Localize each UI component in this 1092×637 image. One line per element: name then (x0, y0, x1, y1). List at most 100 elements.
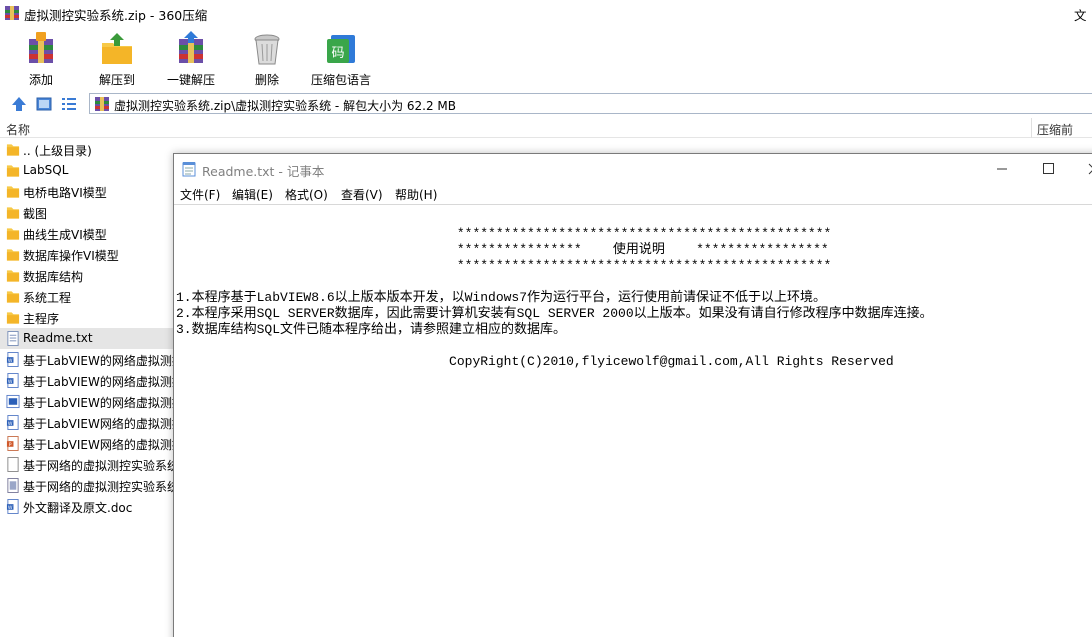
list-view-icon[interactable] (60, 95, 78, 113)
file-name: LabSQL (23, 163, 69, 177)
folder-icon (6, 186, 20, 198)
file-name: 系统工程 (23, 291, 72, 305)
archive-language-button[interactable]: 码 压缩包语言 (308, 28, 374, 88)
address-path: 虚拟测控实验系统.zip\虚拟测控实验系统 - 解包大小为 62.2 MB (114, 99, 457, 113)
folder-icon (6, 270, 20, 282)
folder-icon (6, 228, 20, 240)
minimize-icon[interactable] (979, 154, 1025, 184)
delete-label: 删除 (254, 73, 279, 87)
file-name: 曲线生成VI模型 (23, 228, 107, 242)
file-row[interactable]: 数据库结构 (0, 265, 175, 286)
file-row[interactable]: 基于LabVIEW的网络虚拟测控实验系统 (0, 391, 175, 412)
file-row[interactable]: .. (上级目录) (0, 139, 175, 160)
text-file-icon (7, 331, 19, 346)
notepad-menu-bar: 文件(F) 编辑(E) 格式(O) 查看(V) 帮助(H) (174, 184, 1092, 204)
up-arrow-icon[interactable] (10, 95, 28, 113)
file-row[interactable]: 数据库操作VI模型 (0, 244, 175, 265)
delete-button[interactable]: 删除 (244, 28, 290, 88)
file-row[interactable]: 截图 (0, 202, 175, 223)
notepad-window: Readme.txt - 记事本 文件(F) 编辑(E) 格式(O) 查看(V)… (173, 153, 1092, 637)
word-doc-icon: W (6, 352, 19, 367)
add-button-label: 添加 (28, 73, 53, 87)
column-original-size[interactable]: 压缩前 (1037, 121, 1073, 138)
file-name: 基于网络的虚拟测控实验系统 (23, 459, 175, 473)
add-archive-icon (29, 32, 53, 63)
file-name: 外文翻译及原文.doc (23, 501, 133, 515)
ppt-file-icon: P (6, 436, 19, 451)
file-name: 主程序 (23, 312, 60, 326)
folder-icon (6, 207, 20, 219)
svg-text:W: W (8, 379, 13, 385)
archive-title-right: 文 (1074, 8, 1087, 23)
file-row[interactable]: W 基于LabVIEW网络的虚拟测控实验系统 (0, 412, 175, 433)
menu-view[interactable]: 查看(V) (341, 186, 383, 203)
file-row[interactable]: 基于网络的虚拟测控实验系统 (0, 475, 175, 496)
file-name: 电桥电路VI模型 (23, 186, 107, 200)
file-name: 基于LabVIEW网络的虚拟测控实验系统 (23, 417, 175, 431)
menu-format[interactable]: 格式(O) (285, 186, 328, 203)
extract-to-label: 解压到 (98, 73, 135, 87)
file-row[interactable]: 基于网络的虚拟测控实验系统 (0, 454, 175, 475)
blank-file-icon (7, 457, 19, 472)
folder-icon (6, 144, 20, 156)
archive-language-label: 压缩包语言 (310, 73, 371, 87)
file-row[interactable]: W 外文翻译及原文.doc (0, 496, 175, 517)
menu-file[interactable]: 文件(F) (180, 186, 220, 203)
readme-line-1: ****************************************… (176, 226, 832, 241)
file-row[interactable]: P 基于LabVIEW网络的虚拟测控实验系统 (0, 433, 175, 454)
readme-line-7: CopyRight(C)2010,flyicewolf@gmail.com,Al… (176, 354, 894, 369)
file-row[interactable]: 系统工程 (0, 286, 175, 307)
add-button[interactable]: 添加 (18, 28, 64, 88)
file-row[interactable]: Readme.txt (0, 328, 175, 349)
folder-icon (6, 291, 20, 303)
file-row[interactable]: W 基于LabVIEW的网络虚拟测控实验系统 (0, 370, 175, 391)
svg-text:P: P (9, 442, 12, 448)
file-name: 基于LabVIEW网络的虚拟测控实验系统 (23, 438, 175, 452)
file-name: 截图 (23, 207, 48, 221)
file-name: 基于LabVIEW的网络虚拟测控实验系统 (23, 396, 175, 410)
file-name: 基于LabVIEW的网络虚拟测控实验系统 (23, 375, 175, 389)
file-row[interactable]: 曲线生成VI模型 (0, 223, 175, 244)
notepad-title-bar[interactable]: Readme.txt - 记事本 (174, 154, 1092, 184)
archive-file-icon (95, 97, 109, 111)
extract-to-button[interactable]: 解压到 (94, 28, 140, 88)
maximize-icon[interactable] (1025, 154, 1071, 184)
readme-line-3: ****************************************… (176, 258, 832, 273)
readme-line-2: **************** 使用说明 ***************** (176, 242, 829, 257)
column-name[interactable]: 名称 (6, 121, 30, 138)
file-row[interactable]: W 基于LabVIEW的网络虚拟测控实验系统 (0, 349, 175, 370)
folder-icon (6, 249, 20, 261)
winrar-app-icon (5, 6, 19, 20)
svg-text:码: 码 (331, 46, 344, 61)
extract-to-icon (102, 33, 132, 64)
notepad-icon (182, 162, 196, 177)
file-name: .. (上级目录) (23, 144, 92, 158)
one-click-extract-button[interactable]: 一键解压 (165, 28, 217, 88)
svg-text:W: W (8, 421, 13, 427)
folder-icon (6, 312, 20, 324)
file-name: Readme.txt (23, 331, 93, 345)
word-doc-icon: W (6, 373, 19, 388)
one-click-extract-icon (179, 31, 203, 63)
notepad-title: Readme.txt - 记事本 (202, 164, 325, 179)
file-row[interactable]: LabSQL (0, 160, 175, 181)
file-row[interactable]: 电桥电路VI模型 (0, 181, 175, 202)
svg-text:W: W (8, 358, 13, 364)
readme-line-4: 1.本程序基于LabVIEW8.6以上版本版本开发，以Windows7作为运行平… (176, 290, 827, 305)
word-doc-icon: W (6, 415, 19, 430)
word-doc-icon: W (6, 499, 19, 514)
file-name: 基于LabVIEW的网络虚拟测控实验系统 (23, 354, 175, 368)
thumbnail-view-icon[interactable] (35, 95, 53, 113)
menu-edit[interactable]: 编辑(E) (232, 186, 273, 203)
file-row[interactable]: 主程序 (0, 307, 175, 328)
program-file-icon (7, 478, 19, 493)
address-field[interactable]: 虚拟测控实验系统.zip\虚拟测控实验系统 - 解包大小为 62.2 MB (89, 93, 1092, 114)
notepad-text-area[interactable]: ****************************************… (174, 204, 1092, 637)
archive-title: 虚拟测控实验系统.zip - 360压缩 (24, 8, 208, 23)
menu-help[interactable]: 帮助(H) (395, 186, 437, 203)
folder-icon (6, 165, 20, 177)
svg-text:W: W (8, 505, 13, 511)
column-divider[interactable] (1031, 118, 1032, 138)
close-icon[interactable] (1071, 154, 1092, 184)
archive-toolbar: 添加 解压到 一键解压 删除 码 压缩包语言 (0, 26, 1092, 90)
